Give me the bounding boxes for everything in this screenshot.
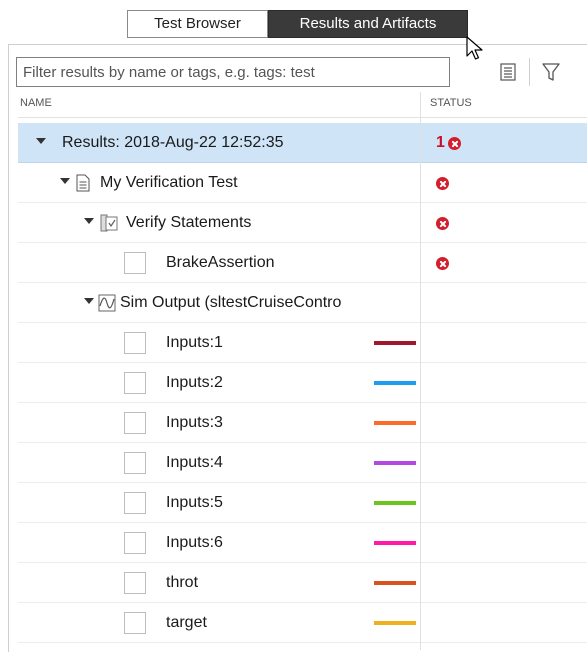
signal-color-swatch <box>374 461 416 465</box>
signal-color-swatch <box>374 581 416 585</box>
signal-label: Inputs:6 <box>166 534 223 551</box>
test-label: My Verification Test <box>100 174 238 191</box>
table-header: NAME STATUS <box>18 92 587 118</box>
results-label: Results: 2018-Aug-22 12:52:35 <box>62 134 284 151</box>
signal-checkbox[interactable] <box>124 452 146 474</box>
signal-row[interactable]: throt <box>18 563 587 603</box>
signal-row[interactable]: Inputs:5 <box>18 483 587 523</box>
signal-label: Inputs:4 <box>166 454 223 471</box>
signal-checkbox[interactable] <box>124 372 146 394</box>
signal-color-swatch <box>374 341 416 345</box>
tab-test-browser[interactable]: Test Browser <box>127 10 268 38</box>
tree-row-sim-output[interactable]: Sim Output (sltestCruiseContro <box>18 283 587 323</box>
filter-box[interactable] <box>16 57 450 87</box>
filter-input[interactable] <box>17 58 449 86</box>
signal-color-swatch <box>374 381 416 385</box>
column-header-name[interactable]: NAME <box>20 97 52 109</box>
signal-row[interactable]: Inputs:3 <box>18 403 587 443</box>
signal-color-swatch <box>374 501 416 505</box>
document-icon <box>76 174 90 197</box>
tree-row-brake-assertion[interactable]: BrakeAssertion <box>18 243 587 283</box>
signal-checkbox[interactable] <box>124 612 146 634</box>
row-checkbox[interactable] <box>124 252 146 274</box>
expand-caret-icon[interactable] <box>60 178 70 184</box>
signal-label: Inputs:5 <box>166 494 223 511</box>
expand-caret-icon[interactable] <box>84 298 94 304</box>
verify-statements-label: Verify Statements <box>126 214 252 231</box>
tree-row-results[interactable]: Results: 2018-Aug-22 12:52:35 1 <box>18 123 587 163</box>
signal-color-swatch <box>374 541 416 545</box>
signal-checkbox[interactable] <box>124 572 146 594</box>
tab-results-and-artifacts[interactable]: Results and Artifacts <box>268 10 468 38</box>
error-icon <box>436 177 449 190</box>
mouse-pointer-icon <box>466 36 484 67</box>
signal-row[interactable]: target <box>18 603 587 643</box>
toolbar-divider <box>529 58 530 86</box>
signal-row[interactable]: Inputs:6 <box>18 523 587 563</box>
column-divider[interactable] <box>420 92 421 650</box>
signal-checkbox[interactable] <box>124 492 146 514</box>
signal-color-swatch <box>374 421 416 425</box>
verify-statements-icon <box>100 214 118 237</box>
expand-caret-icon[interactable] <box>36 138 46 144</box>
signal-checkbox[interactable] <box>124 532 146 554</box>
fail-count: 1 <box>436 134 445 151</box>
column-header-status[interactable]: STATUS <box>430 97 472 109</box>
filter-funnel-icon[interactable] <box>540 60 562 84</box>
tree-row-test[interactable]: My Verification Test <box>18 163 587 203</box>
signal-label: Inputs:2 <box>166 374 223 391</box>
signal-label: throt <box>166 574 199 591</box>
sim-output-label: Sim Output (sltestCruiseContro <box>120 294 342 311</box>
error-icon <box>436 217 449 230</box>
signal-row[interactable]: Inputs:1 <box>18 323 587 363</box>
signal-row[interactable]: Inputs:4 <box>18 443 587 483</box>
tree-row-verify-statements[interactable]: Verify Statements <box>18 203 587 243</box>
expand-caret-icon[interactable] <box>84 218 94 224</box>
signal-row[interactable]: Inputs:2 <box>18 363 587 403</box>
signal-checkbox[interactable] <box>124 412 146 434</box>
signal-checkbox[interactable] <box>124 332 146 354</box>
signal-label: Inputs:1 <box>166 334 223 351</box>
signal-label: Inputs:3 <box>166 414 223 431</box>
list-view-icon[interactable] <box>497 60 519 84</box>
error-icon <box>448 137 461 150</box>
brake-assertion-label: BrakeAssertion <box>166 254 275 271</box>
signal-wave-icon <box>98 294 116 317</box>
error-icon <box>436 257 449 270</box>
signal-label: target <box>166 614 207 631</box>
signal-color-swatch <box>374 621 416 625</box>
